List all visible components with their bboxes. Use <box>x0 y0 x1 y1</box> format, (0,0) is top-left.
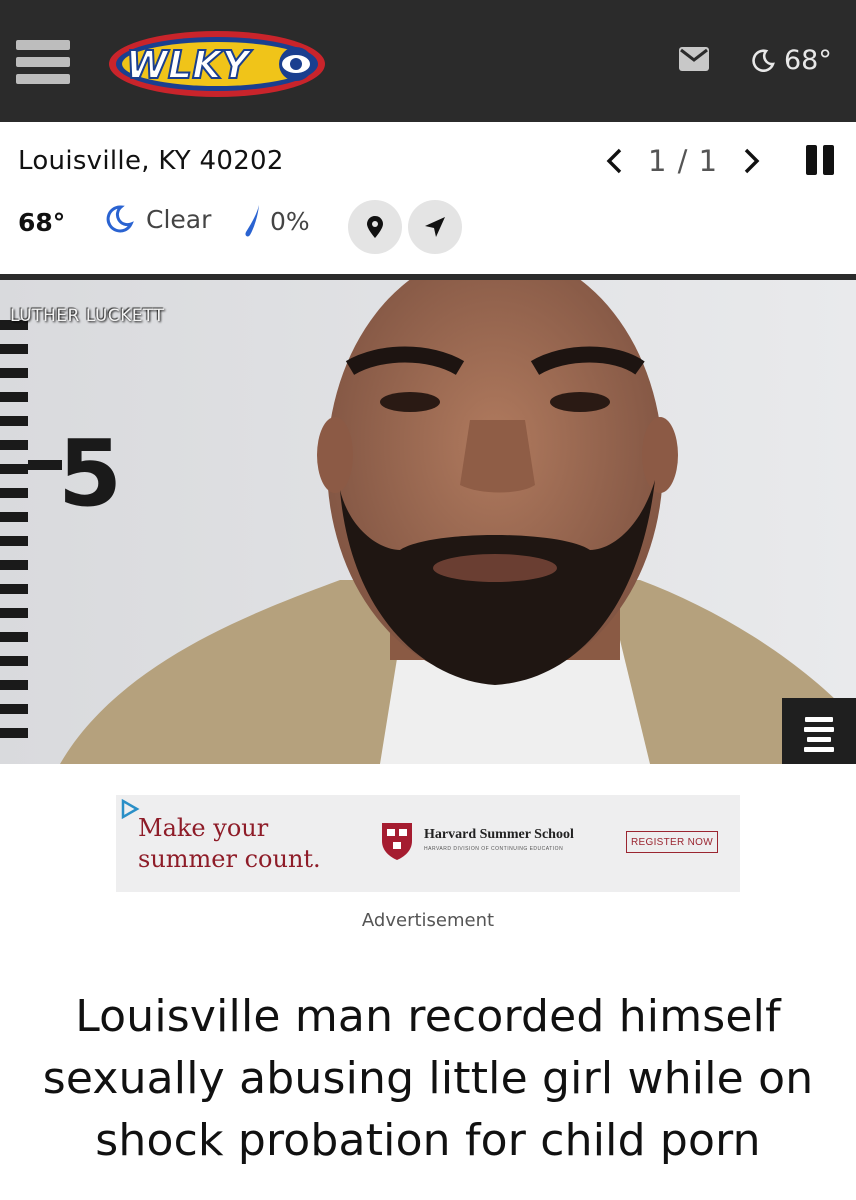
top-header: WLKY 68° <box>0 0 856 122</box>
ad-sponsor-sub: HARVARD DIVISION OF CONTINUING EDUCATION <box>424 846 564 852</box>
location-city[interactable]: Louisville, KY 40202 <box>18 146 284 176</box>
chevron-right-icon <box>744 148 760 174</box>
advertisement-label: Advertisement <box>361 910 495 931</box>
precipitation-value: 0% <box>270 206 310 236</box>
raindrop-icon <box>245 205 259 237</box>
pager-count: 1 / 1 <box>647 144 719 178</box>
map-pin-icon <box>367 216 383 238</box>
harvard-advertisement[interactable]: Make your summer count. Harvard Summer S… <box>116 795 740 892</box>
wlky-logo[interactable]: WLKY <box>106 28 328 100</box>
logo-text: WLKY <box>126 43 253 87</box>
article-photo[interactable]: 5 LUTHER LUCKETT <box>0 274 856 764</box>
locate-me-button[interactable] <box>408 200 462 254</box>
ad-choices-icon[interactable] <box>120 799 140 819</box>
precipitation: 0% <box>242 204 310 238</box>
pause-button[interactable] <box>806 145 838 177</box>
location-pin-button[interactable] <box>348 200 402 254</box>
ad-headline-line1: Make your <box>138 814 269 842</box>
prev-button[interactable] <box>600 143 628 179</box>
menu-icon[interactable] <box>16 40 70 84</box>
harvard-shield-icon <box>382 823 412 860</box>
mugshot-image: 5 <box>0 280 856 764</box>
ad-sponsor: Harvard Summer School <box>424 827 574 842</box>
chevron-left-icon <box>606 148 622 174</box>
next-button[interactable] <box>738 143 766 179</box>
condition-label: Clear <box>146 204 212 234</box>
mail-icon[interactable] <box>679 47 709 71</box>
photo-caption: LUTHER LUCKETT <box>10 306 165 326</box>
header-weather[interactable]: 68° <box>752 44 832 76</box>
header-temperature: 68° <box>784 44 832 76</box>
weather-pager: 1 / 1 <box>600 142 766 180</box>
article-headline: Louisville man recorded himself sexually… <box>42 991 814 1166</box>
current-temperature: 68° <box>18 208 66 237</box>
ad-headline: Make your summer count. <box>138 813 321 875</box>
navigation-arrow-icon <box>425 217 445 237</box>
ad-headline-line2: summer count. <box>138 845 321 873</box>
moon-icon <box>752 49 775 72</box>
weather-condition: Clear <box>104 204 211 234</box>
gallery-menu-button[interactable] <box>782 698 856 764</box>
register-now-button[interactable]: REGISTER NOW <box>626 831 718 853</box>
moon-icon <box>106 205 134 233</box>
ruler-number: 5 <box>58 420 122 527</box>
